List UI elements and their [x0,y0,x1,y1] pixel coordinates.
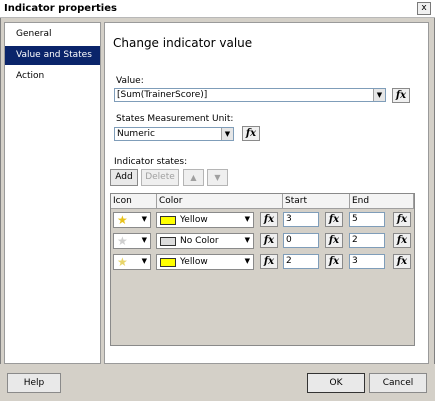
units-select[interactable]: Numeric ▼ [114,127,234,141]
start-field[interactable]: 3 [283,212,319,227]
start-field[interactable]: 0 [283,233,319,248]
chevron-down-icon: ▼ [141,215,147,223]
start-field[interactable]: 2 [283,254,319,269]
cancel-button[interactable]: Cancel [369,373,427,393]
icon-picker[interactable]: ★ ▼ [113,254,151,270]
chevron-down-icon: ▼ [141,236,147,244]
icon-picker[interactable]: ★ ▼ [113,233,151,249]
page-title: Change indicator value [113,36,253,50]
chevron-down-icon: ▼ [244,236,250,244]
title-bar: Indicator properties x [0,0,435,18]
help-button[interactable]: Help [7,373,61,393]
color-swatch [160,237,176,246]
column-header-color: Color [157,194,283,209]
chevron-down-icon: ▼ [244,257,250,265]
chevron-down-icon[interactable]: ▼ [221,128,233,140]
move-down-button[interactable]: ▼ [207,169,228,186]
color-fx-button[interactable]: fx [260,233,278,248]
move-up-button[interactable]: ▲ [183,169,204,186]
chevron-down-icon: ▼ [141,257,147,265]
color-swatch [160,216,176,225]
end-fx-button[interactable]: fx [393,233,411,248]
value-expression-combo[interactable]: [Sum(TrainerScore)] ▼ [114,88,386,102]
color-name: No Color [180,236,219,246]
units-label: States Measurement Unit: [116,114,234,124]
end-field[interactable]: 2 [349,233,385,248]
delete-state-button[interactable]: Delete [141,169,179,186]
arrow-down-icon: ▼ [214,173,221,182]
end-fx-button[interactable]: fx [393,212,411,227]
end-field[interactable]: 3 [349,254,385,269]
sidebar-item-general[interactable]: General [5,25,100,44]
column-header-icon: Icon [111,194,157,209]
start-fx-button[interactable]: fx [325,254,343,269]
half-star-icon: ★ [117,255,128,269]
units-selected: Numeric [117,129,155,139]
start-fx-button[interactable]: fx [325,212,343,227]
end-field[interactable]: 5 [349,212,385,227]
color-picker[interactable]: No Color ▼ [156,233,254,249]
sidebar-item-value-and-states[interactable]: Value and States [5,46,100,65]
color-name: Yellow [180,215,208,225]
color-name: Yellow [180,257,208,267]
indicator-states-label: Indicator states: [114,157,188,167]
sidebar-item-action[interactable]: Action [5,67,100,86]
icon-picker[interactable]: ★ ▼ [113,212,151,228]
gold-star-icon: ★ [117,213,128,227]
color-picker[interactable]: Yellow ▼ [156,212,254,228]
column-header-end: End [350,194,414,209]
color-swatch [160,258,176,267]
chevron-down-icon[interactable]: ▼ [373,89,385,101]
end-fx-button[interactable]: fx [393,254,411,269]
color-fx-button[interactable]: fx [260,254,278,269]
close-button[interactable]: x [417,2,431,15]
value-label: Value: [116,76,144,86]
value-expression-fx-button[interactable]: fx [392,88,410,103]
start-fx-button[interactable]: fx [325,233,343,248]
empty-star-icon: ★ [117,234,128,248]
color-fx-button[interactable]: fx [260,212,278,227]
ok-button[interactable]: OK [307,373,365,393]
arrow-up-icon: ▲ [190,173,197,182]
add-state-button[interactable]: Add [110,169,138,186]
column-header-start: Start [283,194,350,209]
chevron-down-icon: ▼ [244,215,250,223]
color-picker[interactable]: Yellow ▼ [156,254,254,270]
window-title: Indicator properties [4,3,117,14]
sidebar: General Value and States Action [4,22,101,364]
value-expression-text: [Sum(TrainerScore)] [117,90,208,100]
units-fx-button[interactable]: fx [242,126,260,141]
